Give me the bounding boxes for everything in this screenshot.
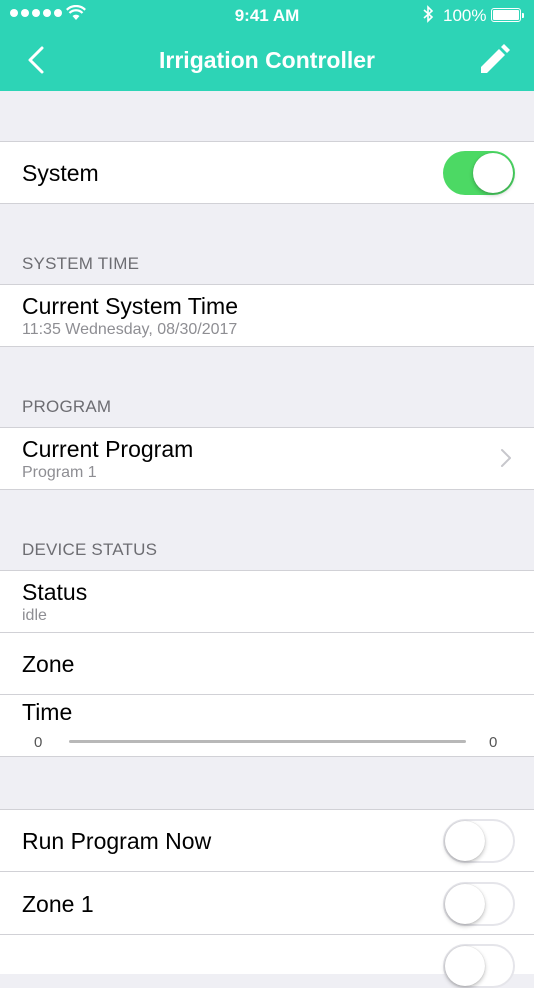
current-system-time-row: Current System Time 11:35 Wednesday, 08/… (0, 284, 534, 347)
navigation-bar: Irrigation Controller (0, 30, 534, 91)
app-header: 9:41 AM 100% Irrigation Controller (0, 0, 534, 91)
current-system-time-label: Current System Time (22, 293, 238, 319)
edit-button[interactable] (472, 40, 516, 80)
chevron-right-icon (501, 449, 511, 467)
toggle-knob (445, 821, 485, 861)
system-row: System (0, 141, 534, 204)
section-header-device-status: DEVICE STATUS (0, 490, 534, 570)
current-program-row[interactable]: Current Program Program 1 (0, 427, 534, 490)
current-program-value: Program 1 (22, 464, 97, 481)
run-program-toggle[interactable] (443, 819, 515, 863)
bluetooth-icon (423, 5, 434, 23)
run-program-row: Run Program Now (0, 809, 534, 871)
status-bar: 9:41 AM 100% (0, 0, 534, 30)
time-slider[interactable] (69, 740, 466, 743)
battery-icon (491, 8, 524, 22)
page-title: Irrigation Controller (159, 47, 375, 73)
toggle-knob (445, 946, 485, 986)
status-row: Status idle (0, 570, 534, 632)
section-header-label: SYSTEM TIME (22, 254, 140, 273)
time-label: Time (22, 699, 73, 725)
next-row-partial (0, 934, 534, 988)
pencil-icon (481, 44, 510, 73)
current-program-label: Current Program (22, 436, 194, 462)
section-header-system-time: SYSTEM TIME (0, 204, 534, 284)
status-label: Status (22, 579, 88, 605)
slider-max-value: 0 (489, 734, 498, 751)
section-header-program: PROGRAM (0, 347, 534, 427)
slider-min-value: 0 (34, 734, 43, 751)
toggle-knob (445, 884, 485, 924)
settings-list: System SYSTEM TIME Current System Time 1… (0, 91, 534, 988)
current-system-time-value: 11:35 Wednesday, 08/30/2017 (22, 321, 238, 338)
zone-label: Zone (22, 651, 75, 677)
zone-1-toggle[interactable] (443, 882, 515, 926)
time-row: Time 0 0 (0, 694, 534, 757)
zone-1-label: Zone 1 (22, 891, 94, 917)
status-value: idle (22, 607, 47, 624)
section-header-label: DEVICE STATUS (22, 540, 158, 559)
toggle-knob (473, 153, 513, 193)
section-header-label: PROGRAM (22, 397, 112, 416)
run-program-label: Run Program Now (22, 828, 212, 854)
zone-1-row: Zone 1 (0, 871, 534, 934)
next-row-toggle[interactable] (443, 944, 515, 988)
zone-row: Zone (0, 632, 534, 694)
battery-percentage: 100% (443, 6, 487, 25)
system-label: System (22, 160, 99, 186)
system-toggle[interactable] (443, 151, 515, 195)
